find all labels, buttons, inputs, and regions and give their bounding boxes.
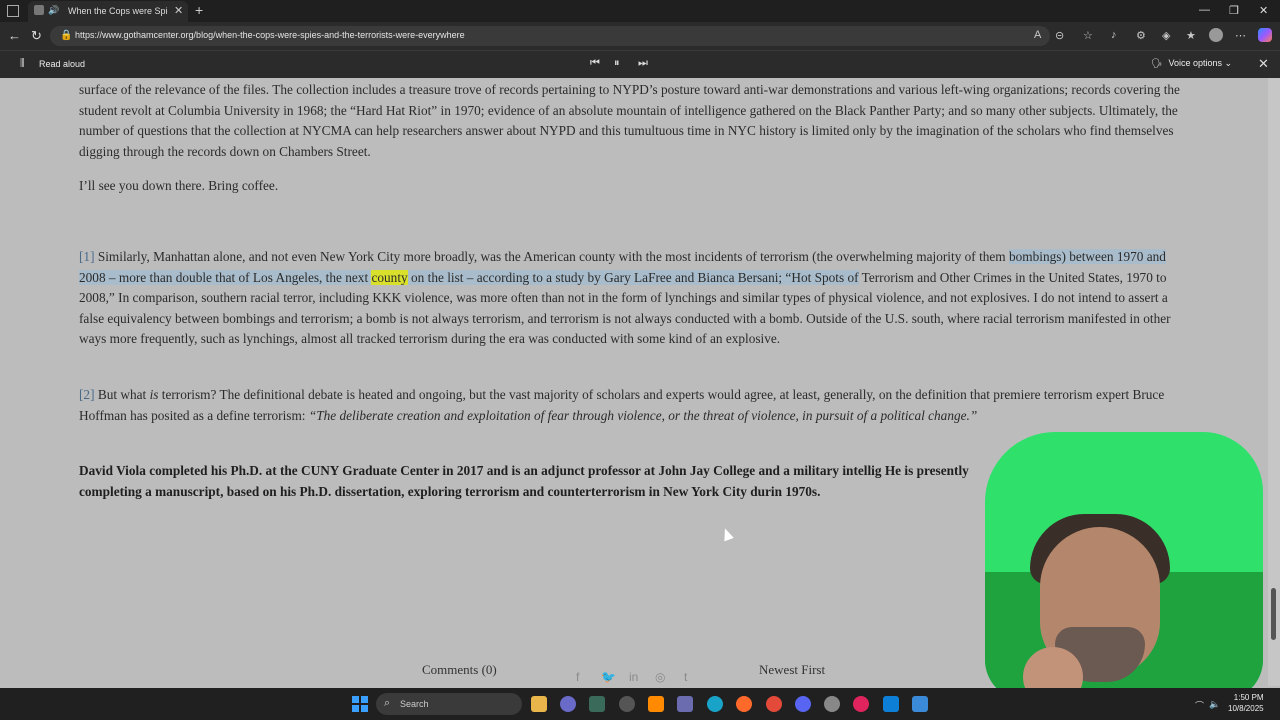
- minimize-button[interactable]: —: [1199, 4, 1210, 16]
- close-window-button[interactable]: ✕: [1259, 4, 1268, 17]
- footnote-marker[interactable]: [1]: [79, 249, 95, 264]
- window-menu-icon[interactable]: [7, 5, 19, 17]
- linkedin-icon[interactable]: in: [629, 670, 638, 684]
- system-clock[interactable]: 1:50 PM 10/8/2025: [1228, 692, 1264, 714]
- taskbar-search[interactable]: ⌕ Search: [376, 693, 522, 715]
- article-paragraph: surface of the relevance of the files. T…: [79, 82, 1180, 159]
- webcam-overlay: [985, 432, 1263, 700]
- extensions-icon[interactable]: ⚙: [1136, 29, 1146, 42]
- article-paragraph: I’ll see you down there. Bring coffee.: [79, 178, 279, 193]
- close-read-aloud-icon[interactable]: ✕: [1258, 56, 1269, 72]
- profile-avatar[interactable]: [1209, 28, 1223, 42]
- vscode-icon[interactable]: [883, 696, 899, 712]
- favorite-star-icon[interactable]: ☆: [1083, 29, 1093, 42]
- network-icon[interactable]: ⌒: [1195, 699, 1204, 712]
- app-icon[interactable]: [824, 696, 840, 712]
- windows-start-icon[interactable]: [352, 696, 368, 712]
- voice-icon: 🗣: [1151, 58, 1163, 68]
- firefox-icon[interactable]: [736, 696, 752, 712]
- vlc-icon[interactable]: [648, 696, 664, 712]
- edge-icon[interactable]: [707, 696, 723, 712]
- more-menu-icon[interactable]: ⋯: [1235, 29, 1246, 42]
- tumblr-icon[interactable]: t: [684, 670, 687, 684]
- clock-time: 1:50 PM: [1233, 693, 1264, 702]
- new-tab-button[interactable]: +: [195, 2, 203, 18]
- next-paragraph-icon[interactable]: ⏭: [638, 57, 648, 70]
- chrome-icon[interactable]: [766, 696, 782, 712]
- reddit-icon[interactable]: ◎: [655, 670, 665, 684]
- taskbar: ⌕ Search ⌒ 🔈 1:50 PM 10/8/2025: [0, 688, 1280, 720]
- footnote-2: [2] But what is terrorism? The definitio…: [79, 387, 1165, 423]
- tab-title: When the Cops were Spies...: [68, 6, 168, 16]
- close-tab-icon[interactable]: ✕: [174, 4, 183, 17]
- site-favicon-icon: [34, 5, 44, 15]
- translate-icon[interactable]: ⊝: [1055, 29, 1064, 42]
- url-field[interactable]: 🔒 https://www.gothamcenter.org/blog/when…: [50, 26, 1050, 46]
- maximize-button[interactable]: ❐: [1229, 4, 1239, 17]
- app-icon[interactable]: [853, 696, 869, 712]
- search-icon: ⌕: [384, 697, 391, 709]
- read-aloud-toolbar: ⫼ Read aloud ⏮ ⏸ ⏭ 🗣 Voice options ⌄ ✕: [0, 50, 1280, 78]
- previous-paragraph-icon[interactable]: ⏮: [590, 57, 600, 70]
- current-word-highlight: county: [371, 269, 408, 285]
- voice-options-button[interactable]: 🗣 Voice options ⌄: [1151, 58, 1232, 69]
- favorites-icon[interactable]: ★: [1186, 29, 1196, 42]
- sort-comments-dropdown[interactable]: Newest First: [759, 662, 825, 678]
- comments-count: Comments (0): [422, 662, 497, 677]
- footnote-marker[interactable]: [2]: [79, 387, 95, 402]
- pause-icon[interactable]: ⏸: [614, 57, 620, 70]
- back-button[interactable]: ←: [8, 28, 21, 43]
- read-aloud-label: Read aloud: [39, 59, 86, 69]
- facebook-icon[interactable]: f: [576, 670, 579, 684]
- copilot-icon[interactable]: [1258, 28, 1272, 42]
- media-icon[interactable]: ♪: [1111, 29, 1117, 41]
- definition-quote: “The deliberate creation and exploitatio…: [308, 407, 978, 423]
- refresh-button[interactable]: ↻: [31, 28, 42, 44]
- address-bar: ← ↻ 🔒 https://www.gothamcenter.org/blog/…: [0, 22, 1280, 50]
- scrollbar-thumb[interactable]: [1271, 588, 1276, 640]
- url-text: https://www.gothamcenter.org/blog/when-t…: [75, 30, 465, 40]
- scrollbar[interactable]: [1268, 78, 1280, 686]
- lock-icon[interactable]: 🔒: [60, 30, 72, 41]
- title-bar: 🔊 When the Cops were Spies... ✕ + — ❐ ✕: [0, 0, 1280, 22]
- read-aloud-icon[interactable]: A: [1034, 29, 1041, 41]
- app-icon[interactable]: [677, 696, 693, 712]
- app-icon[interactable]: [560, 696, 576, 712]
- browser-tab[interactable]: 🔊 When the Cops were Spies... ✕: [28, 1, 188, 22]
- discord-icon[interactable]: [795, 696, 811, 712]
- app-icon[interactable]: [912, 696, 928, 712]
- speaker-icon[interactable]: 🔊: [48, 5, 59, 16]
- file-explorer-icon[interactable]: [531, 696, 547, 712]
- twitter-icon[interactable]: 🐦: [601, 670, 616, 684]
- clock-date: 10/8/2025: [1228, 704, 1264, 713]
- voice-options-label: Voice options: [1168, 58, 1222, 68]
- author-bio: David Viola completed his Ph.D. at the C…: [79, 463, 969, 499]
- app-icon[interactable]: [619, 696, 635, 712]
- app-icon[interactable]: [589, 696, 605, 712]
- volume-icon[interactable]: 🔈: [1209, 699, 1220, 710]
- browser-essentials-icon[interactable]: ◈: [1162, 29, 1170, 42]
- search-label: Search: [400, 699, 429, 709]
- read-aloud-settings-icon[interactable]: ⫼: [20, 58, 25, 69]
- footnote-1: [1] Similarly, Manhattan alone, and not …: [79, 249, 1171, 347]
